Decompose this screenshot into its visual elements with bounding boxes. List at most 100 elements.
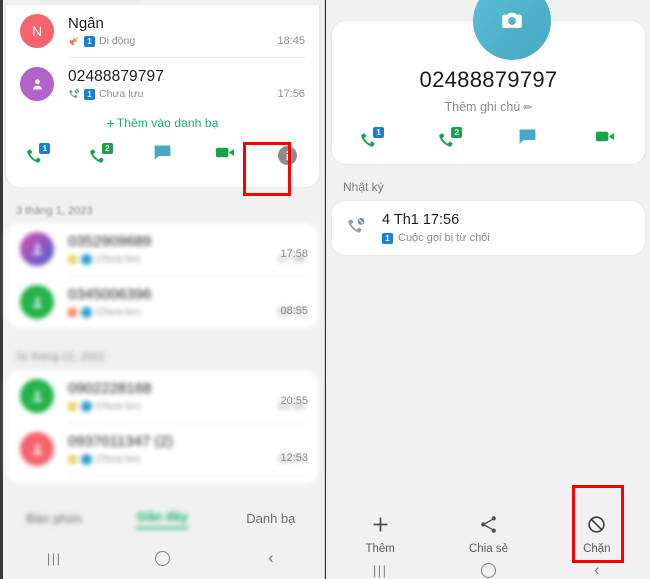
subtitle-text: Di động bbox=[99, 35, 136, 47]
log-status-text: Cuộc gọi bị từ chối bbox=[398, 232, 490, 244]
home-nav-icon bbox=[480, 562, 496, 578]
call-sim2-icon: 2 bbox=[437, 127, 463, 150]
sim-badge bbox=[81, 306, 92, 318]
camera-icon bbox=[502, 12, 522, 28]
tab-keypad-label: Bàn phím bbox=[26, 511, 82, 526]
avatar bbox=[20, 285, 54, 319]
partial-top-element bbox=[40, 0, 140, 4]
tab-contacts[interactable]: Danh bạ bbox=[217, 511, 324, 526]
rejected-call-icon bbox=[68, 88, 80, 100]
info-icon: i bbox=[278, 145, 298, 165]
recents-nav-button[interactable]: ||| bbox=[326, 563, 434, 578]
avatar bbox=[20, 67, 54, 101]
home-nav-button[interactable] bbox=[108, 550, 216, 566]
call-sim1-button[interactable]: 1 bbox=[6, 139, 69, 171]
call-type-icon bbox=[68, 401, 77, 411]
add-button[interactable]: Thêm bbox=[326, 512, 434, 555]
call-list-card-group2: 0902228168 Chưa lưu 20:55 0937011347 (2) bbox=[6, 370, 319, 484]
row-body: Ngân 1 Di động bbox=[54, 15, 277, 47]
call-sim1-button[interactable]: 1 bbox=[332, 123, 410, 155]
recents-nav-button[interactable]: ||| bbox=[0, 551, 108, 566]
call-time: 12:53 bbox=[280, 452, 308, 464]
android-nav-bar: ||| ‹ bbox=[0, 537, 324, 579]
add-to-contacts-button[interactable]: + Thêm vào danh bạ bbox=[6, 110, 319, 135]
tab-contacts-label: Danh bạ bbox=[246, 511, 296, 526]
add-button-label: Thêm bbox=[365, 543, 395, 555]
call-time: 20:55 bbox=[280, 395, 308, 407]
android-nav-bar: ||| ‹ bbox=[326, 555, 650, 579]
add-note-button[interactable]: Thêm ghi chú ✏ bbox=[332, 100, 645, 114]
call-log-entry[interactable]: 4 Th1 17:56 1 Cuộc gọi bị từ chối bbox=[332, 201, 645, 255]
expanded-call-card: N Ngân 1 Di động 18:45 02488879797 1 Chư… bbox=[6, 5, 319, 187]
row-subtitle: 1 Di động bbox=[68, 35, 277, 47]
recents-nav-icon: ||| bbox=[46, 550, 62, 566]
call-list-row-02488879797[interactable]: 02488879797 1 Chưa lưu 17:56 bbox=[6, 58, 319, 110]
call-sim2-button[interactable]: 2 bbox=[69, 139, 132, 171]
block-button[interactable]: Chặn bbox=[543, 512, 650, 555]
person-icon bbox=[32, 390, 42, 401]
avatar bbox=[20, 232, 54, 266]
quick-action-row: 1 2 bbox=[6, 135, 319, 181]
video-call-icon bbox=[214, 141, 237, 169]
avatar: N bbox=[20, 14, 54, 48]
subtitle-text: Chưa lưu bbox=[96, 453, 141, 465]
subtitle-text: Chưa lưu bbox=[99, 88, 144, 100]
home-nav-button[interactable] bbox=[434, 562, 542, 578]
back-nav-button[interactable]: ‹ bbox=[217, 548, 324, 568]
log-datetime: 4 Th1 17:56 bbox=[382, 212, 460, 228]
contact-name: 0352909689 bbox=[68, 233, 152, 250]
video-call-button[interactable] bbox=[194, 139, 257, 171]
list-item[interactable]: 0352909689 Chưa lưu 17:58 bbox=[6, 223, 319, 275]
sim-badge bbox=[81, 400, 92, 412]
dual-screenshot-composite: N Ngân 1 Di động 18:45 02488879797 1 Chư… bbox=[0, 0, 650, 579]
tab-recents[interactable]: Gần đây bbox=[108, 509, 216, 529]
add-to-contacts-label: Thêm vào danh bạ bbox=[116, 116, 219, 130]
row-body: 0345006396 Chưa lưu bbox=[54, 286, 277, 318]
person-icon bbox=[32, 78, 42, 89]
back-nav-icon: ‹ bbox=[593, 560, 600, 579]
share-button[interactable]: Chia sẻ bbox=[434, 512, 542, 555]
video-call-button[interactable] bbox=[567, 123, 645, 155]
home-nav-icon bbox=[154, 550, 170, 566]
message-button[interactable] bbox=[131, 139, 194, 171]
call-type-icon bbox=[68, 307, 77, 317]
message-icon bbox=[152, 142, 173, 168]
list-item[interactable]: 0345006396 Chưa lưu 08:55 bbox=[6, 276, 319, 328]
bottom-action-bar: Thêm Chia sẻ Chặn bbox=[326, 512, 650, 555]
block-icon bbox=[586, 512, 607, 536]
row-subtitle: Chưa lưu bbox=[68, 453, 277, 465]
contact-name: 0937011347 (2) bbox=[68, 433, 173, 450]
left-phone-screen: N Ngân 1 Di động 18:45 02488879797 1 Chư… bbox=[0, 0, 325, 579]
video-call-icon bbox=[594, 125, 617, 153]
row-subtitle: Chưa lưu bbox=[68, 253, 277, 265]
list-item[interactable]: 0902228168 Chưa lưu 20:55 bbox=[6, 370, 319, 422]
log-subtitle: 1 Cuộc gọi bị từ chối bbox=[382, 232, 490, 244]
bottom-tab-bar: Bàn phím Gần đây Danh bạ bbox=[0, 500, 324, 537]
row-body: 02488879797 1 Chưa lưu bbox=[54, 68, 277, 100]
contact-name: 0345006396 bbox=[68, 286, 152, 303]
row-subtitle: 1 Chưa lưu bbox=[68, 88, 277, 100]
missed-call-icon bbox=[68, 35, 80, 47]
tab-keypad[interactable]: Bàn phím bbox=[0, 511, 108, 526]
message-button[interactable] bbox=[489, 123, 567, 155]
sim-badge: 1 bbox=[373, 127, 385, 138]
back-nav-button[interactable]: ‹ bbox=[543, 560, 650, 579]
plus-icon bbox=[370, 512, 391, 536]
share-icon bbox=[478, 512, 499, 536]
call-list-card-group1: 0352909689 Chưa lưu 17:58 0345006396 Chư… bbox=[6, 223, 319, 328]
call-type-icon bbox=[68, 254, 77, 264]
row-body: 0902228168 Chưa lưu bbox=[54, 380, 277, 412]
back-nav-icon: ‹ bbox=[267, 548, 274, 567]
call-sim2-icon: 2 bbox=[88, 143, 113, 166]
share-button-label: Chia sẻ bbox=[468, 543, 508, 555]
call-sim2-button[interactable]: 2 bbox=[410, 123, 488, 155]
tab-recents-label: Gần đây bbox=[136, 508, 189, 524]
call-type-icon bbox=[68, 454, 77, 464]
sim-badge: 1 bbox=[39, 143, 51, 154]
sim-badge: 2 bbox=[451, 127, 463, 138]
list-item[interactable]: 0937011347 (2) Chưa lưu 12:53 bbox=[6, 423, 319, 475]
quick-action-row: 1 2 bbox=[332, 123, 645, 155]
call-list-row-ngan[interactable]: N Ngân 1 Di động 18:45 bbox=[6, 5, 319, 57]
info-button[interactable]: i bbox=[256, 139, 319, 171]
call-time: 18:45 bbox=[277, 35, 305, 47]
